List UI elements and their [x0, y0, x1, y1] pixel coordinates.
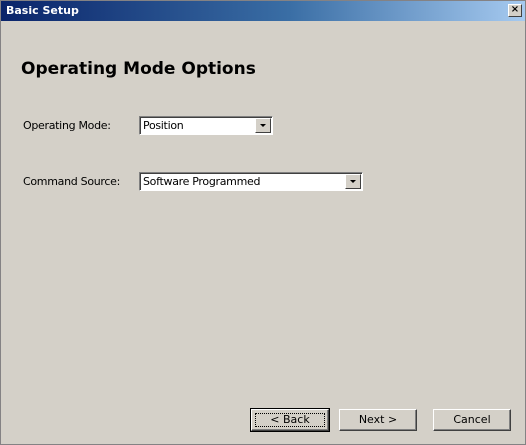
title-bar: Basic Setup ×: [1, 1, 525, 21]
page-heading: Operating Mode Options: [21, 59, 256, 79]
operating-mode-dropdown-button[interactable]: [255, 118, 271, 133]
basic-setup-dialog: Basic Setup × Operating Mode Options Ope…: [0, 0, 526, 445]
cancel-button-label: Cancel: [453, 413, 491, 426]
command-source-dropdown-button[interactable]: [345, 174, 361, 189]
operating-mode-label: Operating Mode:: [23, 119, 111, 132]
close-icon: ×: [510, 4, 520, 15]
chevron-down-icon: [350, 180, 356, 183]
operating-mode-value: Position: [143, 119, 184, 132]
back-button[interactable]: < Back: [250, 408, 330, 432]
command-source-value: Software Programmed: [143, 175, 261, 188]
chevron-down-icon: [260, 124, 266, 127]
cancel-button[interactable]: Cancel: [433, 409, 511, 431]
back-button-label: < Back: [270, 413, 310, 426]
operating-mode-select[interactable]: Position: [139, 116, 273, 135]
close-button[interactable]: ×: [508, 4, 522, 17]
window-title: Basic Setup: [6, 4, 79, 17]
next-button[interactable]: Next >: [339, 409, 417, 431]
next-button-label: Next >: [358, 413, 398, 426]
command-source-label: Command Source:: [23, 175, 121, 188]
command-source-select[interactable]: Software Programmed: [139, 172, 363, 191]
